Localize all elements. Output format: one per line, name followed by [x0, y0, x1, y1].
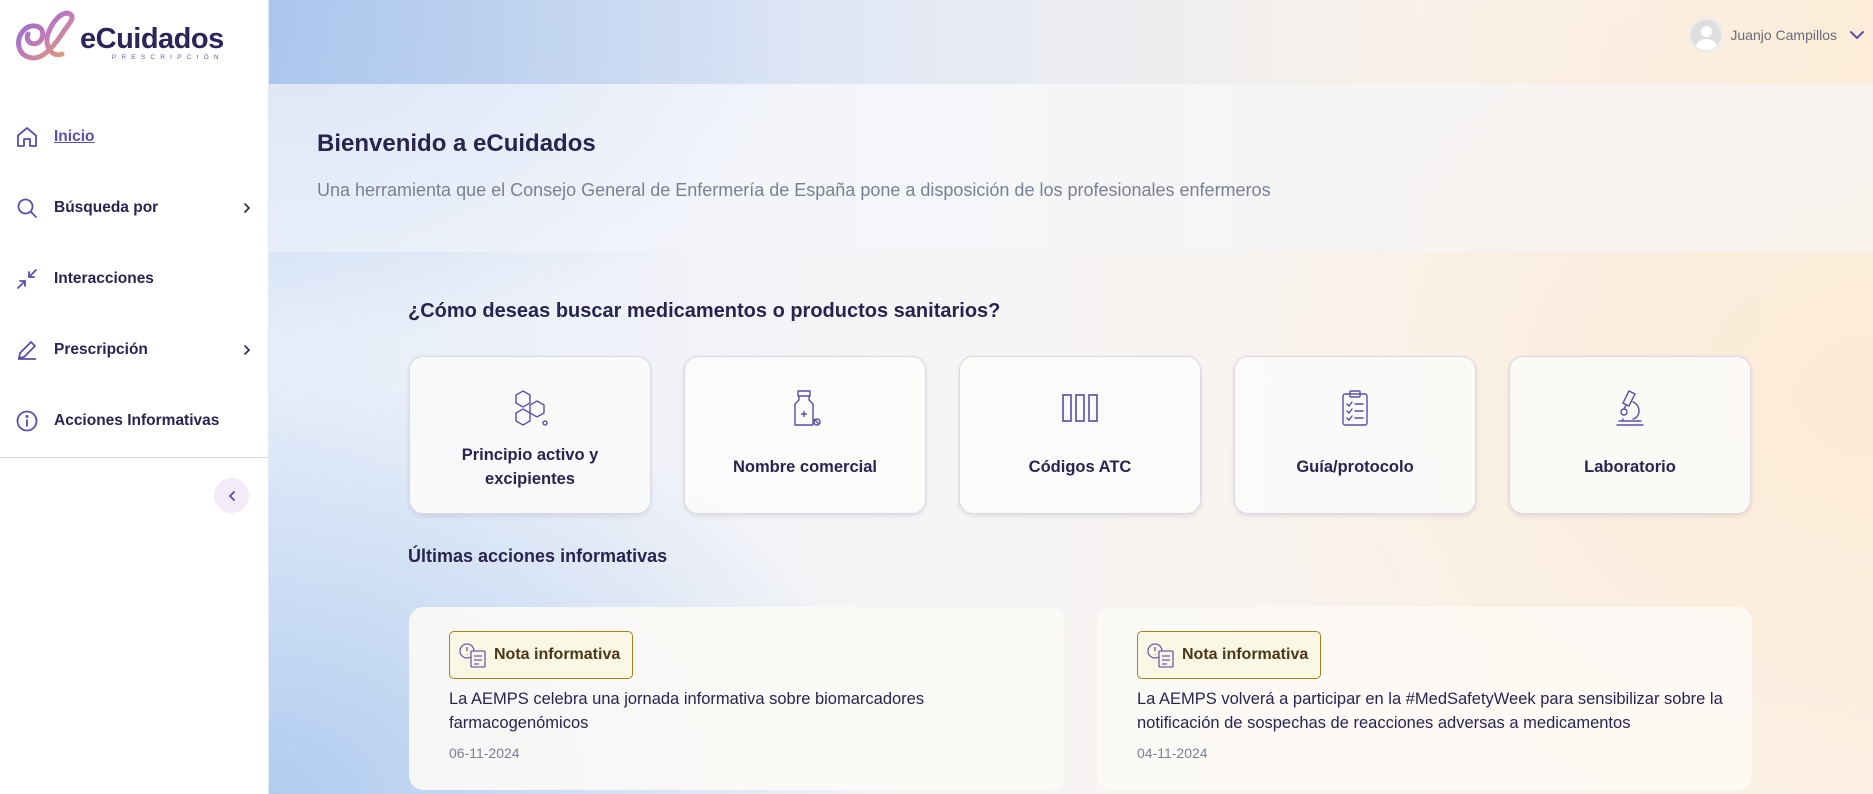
- search-card-label: Códigos ATC: [1028, 458, 1132, 476]
- news-text: La AEMPS volverá a participar en la #Med…: [1137, 690, 1723, 732]
- search-options: Principio activo y excipientes Nombre co…: [409, 356, 1751, 514]
- chevron-left-icon: [228, 490, 235, 501]
- search-card-label: Nombre comercial: [733, 458, 877, 476]
- sidebar-item-acciones-informativas[interactable]: Acciones Informativas: [0, 385, 269, 456]
- sidebar: eCuidados PRESCRIPCIÓN Inicio Búsqueda p…: [0, 0, 269, 794]
- main-content: Juanjo Campillos Bienvenido a eCuidados …: [269, 0, 1873, 794]
- arrows-in-icon: [14, 266, 39, 291]
- document-note-icon: [459, 643, 486, 668]
- status-badge: Nota informativa: [1137, 631, 1322, 679]
- sidebar-item-label: Interacciones: [54, 269, 154, 287]
- latest-section-title: Últimas acciones informativas: [408, 546, 668, 566]
- logo-mark-icon: [16, 10, 75, 61]
- pencil-icon: [14, 337, 39, 362]
- molecule-icon: [515, 390, 548, 426]
- logo[interactable]: eCuidados PRESCRIPCIÓN: [12, 10, 224, 66]
- chevron-right-icon: [244, 202, 251, 213]
- collapse-sidebar-button[interactable]: [214, 478, 249, 513]
- search-card-guia-protocolo[interactable]: Guía/protocolo: [1234, 356, 1476, 514]
- badge-label: Nota informativa: [1182, 646, 1309, 663]
- clipboard-list-icon: [1342, 390, 1368, 426]
- page-title: Bienvenido a eCuidados: [317, 130, 596, 157]
- brand-name: eCuidados: [80, 23, 224, 55]
- search-card-laboratorio[interactable]: Laboratorio: [1509, 356, 1751, 514]
- brand-subtitle: PRESCRIPCIÓN: [111, 54, 224, 61]
- search-section-title: ¿Cómo deseas buscar medicamentos o produ…: [408, 300, 1001, 322]
- search-icon: [14, 195, 39, 220]
- sidebar-item-label: Inicio: [54, 127, 95, 145]
- sidebar-item-label: Prescripción: [54, 340, 148, 358]
- sidebar-item-interacciones[interactable]: Interacciones: [0, 243, 269, 314]
- sidebar-item-inicio[interactable]: Inicio: [0, 101, 269, 172]
- sidebar-item-prescripcion[interactable]: Prescripción: [0, 314, 269, 385]
- medicine-bottle-icon: [794, 390, 821, 426]
- news-card[interactable]: Nota informativa La AEMPS celebra una jo…: [409, 607, 1064, 790]
- info-icon: [14, 408, 39, 433]
- sidebar-item-label: Búsqueda por: [54, 198, 159, 216]
- news-card[interactable]: Nota informativa La AEMPS volverá a part…: [1097, 607, 1752, 790]
- welcome-banner: Bienvenido a eCuidados Una herramienta q…: [269, 84, 1873, 252]
- search-card-nombre-comercial[interactable]: Nombre comercial: [684, 356, 926, 514]
- microscope-icon: [1616, 390, 1644, 426]
- search-card-principio-activo[interactable]: Principio activo y excipientes: [409, 356, 651, 514]
- chevron-right-icon: [244, 344, 251, 355]
- news-text: La AEMPS celebra una jornada informativa…: [449, 690, 925, 732]
- user-name: Juanjo Campillos: [1730, 27, 1837, 43]
- sidebar-item-label: Acciones Informativas: [54, 411, 220, 429]
- chevron-down-icon: [1850, 31, 1864, 40]
- search-card-label: Principio activo y excipientes: [461, 446, 599, 488]
- home-icon: [14, 124, 39, 149]
- avatar: [1689, 18, 1724, 52]
- user-menu[interactable]: Juanjo Campillos: [1689, 18, 1865, 52]
- sidebar-nav: Inicio Búsqueda por Interacciones Prescr…: [0, 101, 269, 456]
- news-date: 04-11-2024: [1137, 745, 1208, 761]
- document-note-icon: [1147, 643, 1174, 668]
- top-bar: Juanjo Campillos: [269, 0, 1873, 84]
- search-card-codigos-atc[interactable]: Códigos ATC: [959, 356, 1201, 514]
- page-subtitle: Una herramienta que el Consejo General d…: [317, 180, 1271, 200]
- news-date: 06-11-2024: [449, 745, 520, 761]
- status-badge: Nota informativa: [449, 631, 634, 679]
- columns-icon: [1062, 394, 1098, 422]
- badge-label: Nota informativa: [494, 646, 621, 663]
- sidebar-divider: [0, 457, 269, 458]
- search-card-label: Laboratorio: [1584, 458, 1676, 476]
- sidebar-item-busqueda[interactable]: Búsqueda por: [0, 172, 269, 243]
- search-card-label: Guía/protocolo: [1296, 458, 1414, 476]
